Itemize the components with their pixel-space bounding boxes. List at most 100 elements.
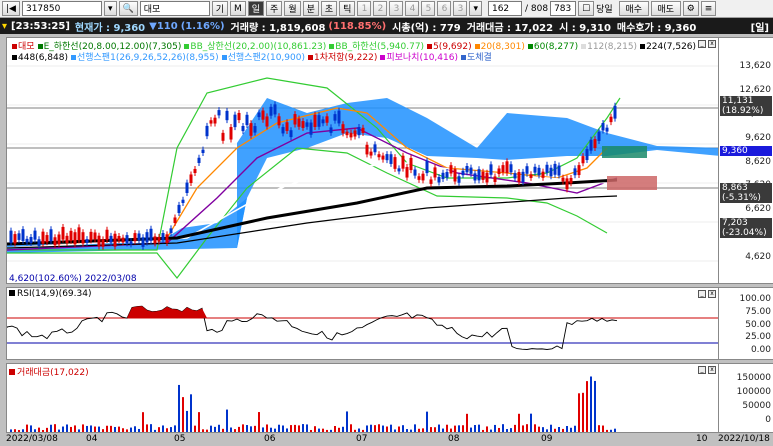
period-button-6[interactable]: 초	[320, 1, 338, 16]
candle-body	[117, 235, 121, 241]
settings-icon[interactable]: ⚙	[682, 1, 699, 16]
candle-body	[269, 106, 273, 116]
amount-bar	[274, 428, 276, 432]
amount-bar	[46, 427, 48, 432]
candle-body	[17, 233, 21, 240]
period-buttons: 기M일주월분초틱	[210, 1, 356, 16]
price-flag-2: 8,863 (-5.31%)	[720, 183, 772, 203]
menu-icon[interactable]: ≡	[700, 1, 717, 16]
pin-icon: ▾	[2, 20, 8, 32]
candle-body	[213, 117, 217, 124]
period-button-5[interactable]: 분	[302, 1, 319, 16]
sell-button[interactable]: 매도	[650, 1, 681, 16]
amount-bar	[214, 426, 216, 432]
number-button-3[interactable]: 4	[405, 1, 420, 16]
candle-body	[309, 122, 313, 135]
candle-body	[369, 151, 373, 156]
rsi-close-icon[interactable]: x	[708, 290, 716, 298]
number-button-4[interactable]: 5	[421, 1, 436, 16]
axis-tick: 100.00	[739, 294, 772, 304]
amount-bar	[254, 425, 256, 432]
period-button-2[interactable]: 일	[247, 1, 265, 16]
search-icon[interactable]: 🔍	[118, 1, 138, 16]
candle-body	[385, 154, 389, 161]
number-button-2[interactable]: 3	[389, 1, 404, 16]
number-button-0[interactable]: 1	[357, 1, 372, 16]
amount-bar	[558, 427, 560, 432]
amount-minimize-icon[interactable]: _	[698, 366, 706, 374]
checkbox-icon[interactable]: ☐	[578, 1, 595, 16]
amount-bar	[282, 425, 284, 432]
candle-body	[585, 149, 589, 161]
prev-stock-button[interactable]: |◀	[2, 1, 20, 16]
today-label[interactable]: 당일	[596, 2, 613, 15]
candle-body	[405, 167, 409, 178]
period-button-3[interactable]: 주	[266, 1, 283, 16]
panel-close-icon[interactable]: x	[708, 40, 716, 48]
dropdown-button[interactable]: ▾	[103, 1, 117, 16]
period-button-4[interactable]: 월	[284, 1, 301, 16]
candle-body	[393, 157, 397, 169]
candle-body	[537, 167, 541, 176]
candle-body	[373, 144, 377, 153]
amount-bar	[286, 428, 288, 432]
candle-body	[65, 235, 69, 243]
amount-bar	[422, 428, 424, 432]
stock-name-field[interactable]: 대모	[139, 1, 210, 16]
number-button-5[interactable]: 6	[437, 1, 452, 16]
amount-bar	[182, 397, 184, 432]
amount-bar	[110, 425, 112, 432]
count-input[interactable]: 162	[487, 1, 522, 16]
amount-bar	[314, 426, 316, 432]
amount-axis: 150000 100000 50000 0	[719, 363, 773, 433]
candle-body	[593, 139, 597, 148]
number-dropdown-button[interactable]: ▾	[469, 1, 482, 16]
amount-bar	[250, 426, 252, 432]
amount-bar	[598, 425, 600, 432]
amount-bar	[114, 426, 116, 432]
candle-body	[277, 116, 281, 126]
candle-body	[121, 237, 125, 243]
candle-body	[169, 228, 173, 233]
period-button-7[interactable]: 틱	[339, 1, 356, 16]
amount-bar	[138, 428, 140, 432]
period-button-1[interactable]: M	[230, 1, 246, 16]
number-button-1[interactable]: 2	[373, 1, 388, 16]
amount-bar	[190, 394, 192, 432]
stock-code-input[interactable]: 317850	[21, 1, 102, 16]
candle-body	[177, 204, 181, 213]
period-button-0[interactable]: 기	[211, 1, 228, 16]
candle-body	[609, 116, 613, 123]
candle-body	[561, 177, 565, 182]
rsi-panel[interactable]: RSI(14,9)(69.34) _ x	[6, 287, 719, 360]
amount-bar	[170, 427, 172, 432]
candle-body	[513, 173, 517, 179]
amount-bar	[474, 425, 476, 432]
bb-upper-line	[7, 77, 621, 251]
number-button-6[interactable]: 3	[453, 1, 468, 16]
candle-body	[397, 168, 401, 172]
period-tab[interactable]: [일]	[751, 19, 769, 34]
candle-body	[433, 167, 437, 178]
buy-button[interactable]: 매수	[618, 1, 649, 16]
date-label-2: 05	[174, 434, 186, 444]
amount-bar	[42, 429, 44, 432]
amount-bar	[610, 429, 612, 432]
rsi-legend-swatch	[9, 290, 15, 296]
candle-body	[557, 165, 561, 176]
candle-body	[417, 176, 421, 180]
rsi-minimize-icon[interactable]: _	[698, 290, 706, 298]
candle-body	[341, 124, 345, 134]
trade-amount-panel[interactable]: 거래대금(17,022) _ x	[6, 363, 719, 433]
date-label-8: 2022/10/18	[718, 434, 770, 444]
page-input[interactable]: 783	[550, 1, 577, 16]
amount-bar	[330, 429, 332, 432]
amount-close-icon[interactable]: x	[708, 366, 716, 374]
candle-body	[201, 149, 205, 153]
price-chart-panel[interactable]: 대모 E_하한선(20,8.00,12.00)(7,305) BB_상한선(20,2…	[6, 37, 719, 284]
axis-tick: 9,620	[745, 132, 771, 143]
panel-minimize-icon[interactable]: _	[698, 40, 706, 48]
candle-body	[53, 237, 57, 246]
candle-body	[581, 156, 585, 164]
candle-body	[113, 233, 117, 247]
